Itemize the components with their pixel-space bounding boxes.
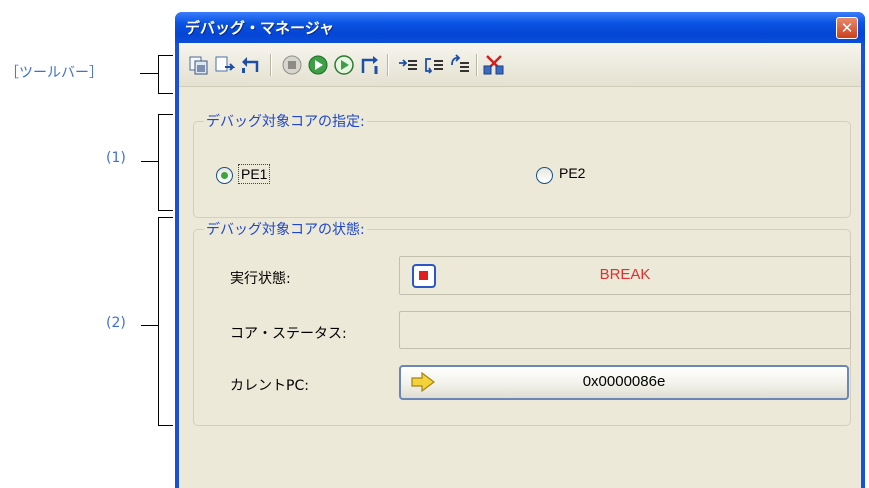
annotation-bracket <box>158 93 173 94</box>
toolbar-separator <box>387 54 389 76</box>
step-return-icon[interactable] <box>359 54 381 76</box>
annotation-bracket <box>158 114 159 210</box>
toolbar-separator <box>476 54 478 76</box>
current-pc-value: 0x0000086e <box>582 373 666 390</box>
annotation-toolbar: ［ツールバー］ <box>5 65 103 81</box>
step-out-line-icon[interactable] <box>449 54 471 76</box>
return-icon[interactable] <box>239 54 261 76</box>
annotation-line <box>141 325 158 326</box>
run-from-icon[interactable] <box>333 54 355 76</box>
annotation-bracket <box>158 210 173 211</box>
title-bar[interactable]: デバッグ・マネージャ ✕ <box>175 12 865 43</box>
annotation-line <box>140 73 158 74</box>
radio-pe2[interactable] <box>536 167 553 184</box>
annotation-group1: (1) <box>106 150 126 166</box>
close-button[interactable]: ✕ <box>836 17 858 39</box>
stop-icon[interactable] <box>281 54 303 76</box>
exec-state-value: BREAK <box>599 266 651 283</box>
annotation-line <box>141 161 158 162</box>
exec-state-label: 実行状態: <box>230 271 291 287</box>
annotation-bracket <box>158 217 159 425</box>
current-pc-button[interactable]: 0x0000086e <box>399 365 849 400</box>
core-status-field-label: コア・ステータス: <box>230 326 347 342</box>
exec-state-field: BREAK <box>399 256 851 295</box>
radio-pe1-label[interactable]: PE1 <box>238 164 271 184</box>
annotation-bracket <box>158 55 173 56</box>
clone-icon[interactable] <box>189 54 211 76</box>
annotation-bracket <box>158 425 173 426</box>
annotation-bracket <box>158 114 173 115</box>
radio-selected-dot <box>221 172 228 179</box>
radio-pe1[interactable] <box>216 167 233 184</box>
window-title: デバッグ・マネージャ <box>185 19 334 37</box>
window-client: デバッグ対象コアの指定: PE1 PE2 デバッグ対象コアの状態: 実行状態: … <box>179 43 861 488</box>
current-pc-label: カレントPC: <box>230 378 309 394</box>
radio-pe2-label[interactable]: PE2 <box>559 165 585 181</box>
step-into-line-icon[interactable] <box>423 54 445 76</box>
run-icon[interactable] <box>307 54 329 76</box>
core-status-field <box>399 311 851 349</box>
toolbar <box>179 43 861 87</box>
annotation-bracket <box>158 55 159 93</box>
core-status-group: デバッグ対象コアの状態: 実行状態: BREAK コア・ステータス: カレントP… <box>193 219 851 426</box>
close-icon: ✕ <box>840 19 854 37</box>
toolbar-separator <box>270 54 272 76</box>
annotation-group2: (2) <box>106 315 126 331</box>
core-select-label: デバッグ対象コアの指定: <box>204 111 367 131</box>
annotation-bracket <box>158 217 173 218</box>
debug-manager-window: デバッグ・マネージャ ✕ デバッグ対象コアの指定: PE1 PE2 デバッグ対象… <box>175 12 865 488</box>
core-status-label: デバッグ対象コアの状態: <box>204 219 367 239</box>
break-pair-icon[interactable] <box>483 54 505 76</box>
step-over-icon[interactable] <box>397 54 419 76</box>
step-in-icon[interactable] <box>213 54 235 76</box>
core-select-group: デバッグ対象コアの指定: PE1 PE2 <box>193 111 851 218</box>
